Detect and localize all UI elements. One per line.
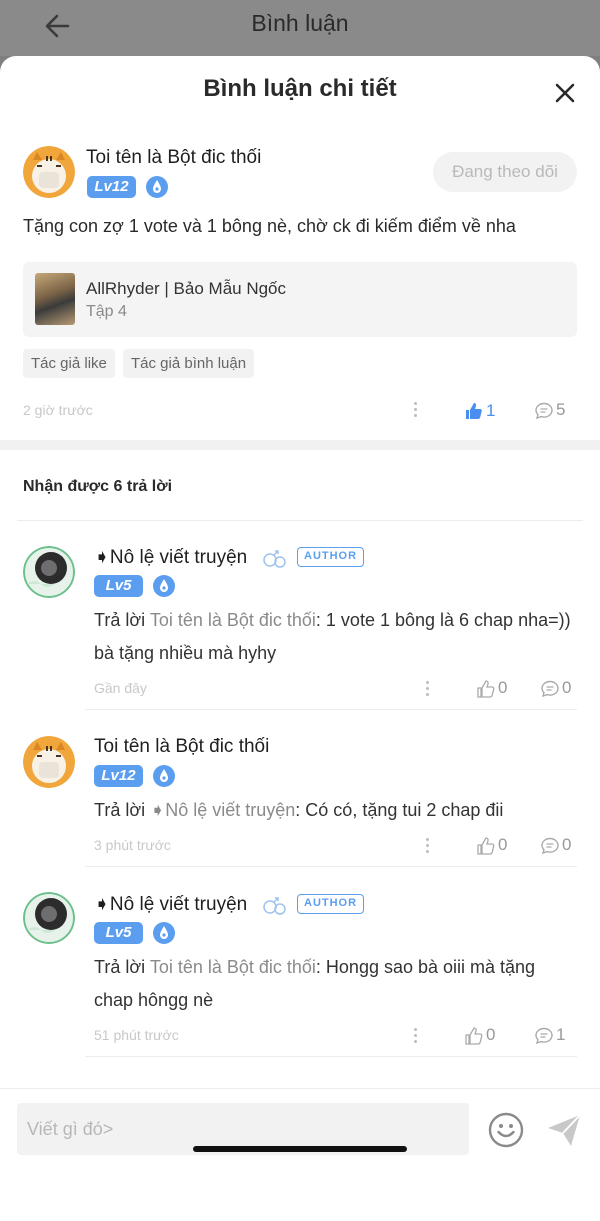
- reply-time: 3 phút trước: [94, 837, 171, 853]
- comment-count: 5: [556, 400, 566, 419]
- more-icon[interactable]: [426, 838, 430, 854]
- comment-icon[interactable]: [540, 679, 560, 699]
- comment-icon[interactable]: [540, 836, 560, 856]
- more-icon[interactable]: [414, 402, 418, 418]
- home-indicator: [193, 1146, 407, 1152]
- commenter-name[interactable]: Toi tên là Bột đic thối: [86, 147, 261, 169]
- reply-mention[interactable]: Toi tên là Bột đic thối: [150, 610, 316, 630]
- author-badge: AUTHOR: [297, 547, 365, 567]
- droplet-badge-icon: [153, 575, 175, 597]
- level-badge: Lv5: [94, 575, 143, 597]
- avatar[interactable]: [23, 892, 75, 944]
- reply-time: Gần đây: [94, 680, 147, 696]
- comment-text: Tặng con zợ 1 vote và 1 bông nè, chờ ck …: [23, 216, 516, 236]
- like-count: 0: [486, 1025, 496, 1044]
- avatar[interactable]: [23, 546, 75, 598]
- story-episode: Tập 4: [86, 303, 127, 320]
- reply-time: 51 phút trước: [94, 1027, 179, 1043]
- sheet-title: Bình luận chi tiết: [203, 75, 397, 102]
- comment-count: 0: [562, 678, 572, 697]
- section-divider: [0, 440, 600, 450]
- like-count: 0: [498, 835, 508, 854]
- comment-icon[interactable]: [534, 1026, 554, 1046]
- droplet-badge-icon: [153, 765, 175, 787]
- divider: [85, 709, 577, 710]
- reply-user-name[interactable]: ➧Nô lệ viết truyện: [94, 893, 247, 916]
- close-icon[interactable]: [552, 80, 578, 106]
- like-count: 1: [486, 401, 496, 420]
- reply-mention[interactable]: ➧Nô lệ viết truyện: [150, 800, 295, 820]
- more-icon[interactable]: [426, 681, 430, 697]
- composer-divider: [0, 1088, 600, 1089]
- reply-text: Trả lời Toi tên là Bột đic thối: 1 vote …: [94, 610, 571, 663]
- droplet-badge-icon: [153, 922, 175, 944]
- divider: [85, 866, 577, 867]
- avatar[interactable]: [23, 146, 75, 198]
- replies-count-heading: Nhận được 6 trả lời: [23, 478, 173, 495]
- droplet-badge-icon: [146, 176, 168, 198]
- thumbs-up-icon[interactable]: [464, 1026, 484, 1046]
- reply-mention[interactable]: Toi tên là Bột đic thối: [150, 957, 316, 977]
- gender-icon: [263, 550, 286, 568]
- send-icon[interactable]: [545, 1111, 583, 1149]
- smile-icon[interactable]: [488, 1112, 524, 1148]
- story-card[interactable]: AllRhyder | Bảo Mẫu Ngốc Tập 4: [23, 262, 577, 337]
- story-title: AllRhyder | Bảo Mẫu Ngốc: [86, 279, 287, 298]
- comment-time: 2 giờ trước: [23, 402, 93, 418]
- app-bar-title: Bình luận: [251, 10, 349, 36]
- thumbs-up-icon[interactable]: [476, 836, 496, 856]
- like-count: 0: [498, 678, 508, 697]
- app-bar: Bình luận: [0, 0, 600, 56]
- follow-button[interactable]: Đang theo dõi: [433, 152, 577, 192]
- reply-user-name[interactable]: Toi tên là Bột đic thối: [94, 736, 269, 758]
- author-badge: AUTHOR: [297, 894, 365, 914]
- comment-count: 1: [556, 1025, 566, 1044]
- reply-user-name[interactable]: ➧Nô lệ viết truyện: [94, 546, 247, 569]
- avatar[interactable]: [23, 736, 75, 788]
- comment-count: 0: [562, 835, 572, 854]
- comment-icon[interactable]: [534, 401, 554, 421]
- reply-text: Trả lời ➧Nô lệ viết truyện: Có có, tặng …: [94, 800, 504, 820]
- comment-detail-sheet: Bình luận chi tiết Toi tên là Bột đic th…: [0, 56, 600, 1221]
- tag-author-comment: Tác giả bình luận: [123, 349, 255, 378]
- more-icon[interactable]: [414, 1028, 418, 1044]
- divider: [17, 520, 583, 521]
- tag-author-like: Tác giả like: [23, 349, 115, 378]
- reply-text: Trả lời Toi tên là Bột đic thối: Hongg s…: [94, 957, 536, 1010]
- level-badge: Lv12: [94, 765, 143, 787]
- level-badge: Lv12: [87, 176, 136, 198]
- gender-icon: [263, 897, 286, 915]
- level-badge: Lv5: [94, 922, 143, 944]
- thumbs-up-icon[interactable]: [476, 679, 496, 699]
- divider: [85, 1056, 577, 1057]
- story-thumbnail: [35, 273, 75, 325]
- thumbs-up-filled-icon[interactable]: [464, 401, 484, 421]
